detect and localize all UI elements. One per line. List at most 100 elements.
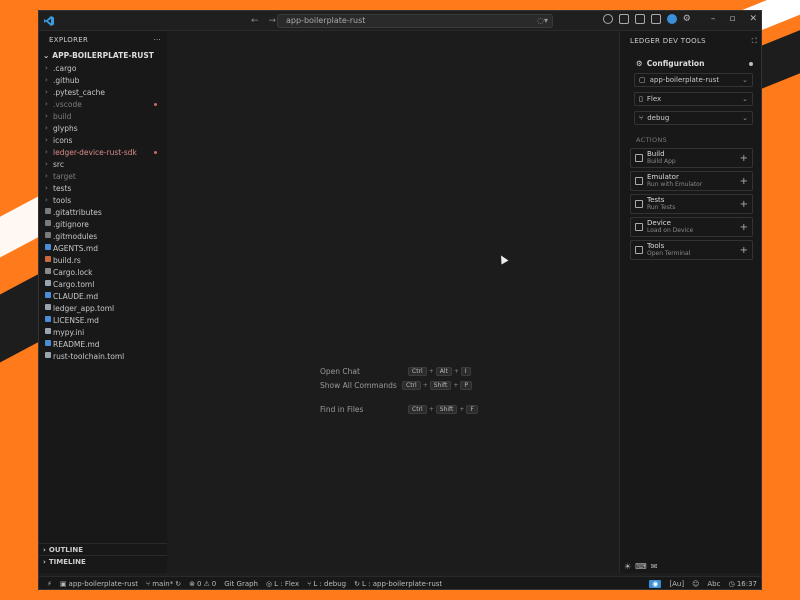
plus-separator: + xyxy=(428,406,434,413)
tree-item-label: .cargo xyxy=(53,63,77,73)
folder-item[interactable]: › .cargo xyxy=(39,62,167,74)
language-badge[interactable]: [Au] xyxy=(669,580,684,588)
folder-item[interactable]: › icons xyxy=(39,134,167,146)
branch-name: main* xyxy=(152,580,174,588)
folder-item[interactable]: › glyphs xyxy=(39,122,167,134)
file-item[interactable]: ledger_app.toml xyxy=(39,302,167,314)
editor-area[interactable]: Open Chat Ctrl + Alt + I Show All Commands Ctrl… xyxy=(167,31,619,573)
tree-item-label: CLAUDE.md xyxy=(53,291,99,301)
branch-item[interactable]: ⑂ main* ↻ xyxy=(146,580,181,588)
chat-icon[interactable]: ◌▾ xyxy=(537,16,548,25)
action-device[interactable]: Device Load on Device + xyxy=(630,217,753,237)
action-text: Build Build App xyxy=(647,150,676,166)
chevron-right-icon: › xyxy=(45,112,48,120)
expand-panel-icon[interactable]: ⛶ xyxy=(752,37,757,46)
vscode-window: ← → app-boilerplate-rust ◌▾ ⚙ – ▫ ✕ EXPL… xyxy=(38,10,762,590)
add-icon[interactable]: + xyxy=(740,199,748,210)
project-root[interactable]: ⌄ APP-BOILERPLATE-RUST xyxy=(39,49,167,61)
vscode-logo-icon[interactable] xyxy=(44,15,54,26)
git-graph-item[interactable]: Git Graph xyxy=(224,580,258,588)
copilot-icon[interactable] xyxy=(666,14,677,24)
add-icon[interactable]: + xyxy=(740,222,748,233)
panel-bottom-bar: ☀ ⌨ ✉ xyxy=(624,562,657,571)
file-item[interactable]: .gitmodules xyxy=(39,230,167,242)
settings-gear-icon[interactable]: ⚙ xyxy=(683,14,691,24)
workspace-item[interactable]: ▣ app-boilerplate-rust xyxy=(60,580,138,588)
chevron-down-icon: ⌄ xyxy=(742,76,748,84)
file-item[interactable]: LICENSE.md xyxy=(39,314,167,326)
workspace-name: app-boilerplate-rust xyxy=(68,580,139,588)
accounts-icon[interactable] xyxy=(602,14,613,24)
file-item[interactable]: .gitattributes xyxy=(39,206,167,218)
remote-indicator[interactable]: ⚡ xyxy=(47,580,52,588)
file-item[interactable]: build.rs xyxy=(39,254,167,266)
file-item[interactable]: README.md xyxy=(39,338,167,350)
file-item[interactable]: rust-toolchain.toml xyxy=(39,350,167,362)
problems-item[interactable]: ⊗ 0 ⚠ 0 xyxy=(189,580,216,588)
file-item[interactable]: CLAUDE.md xyxy=(39,290,167,302)
spell-check-label[interactable]: Abc xyxy=(707,580,720,588)
more-actions-icon[interactable]: ··· xyxy=(153,36,161,44)
folder-item[interactable]: › .vscode xyxy=(39,98,167,110)
outline-section[interactable]: › OUTLINE xyxy=(39,543,167,555)
file-type-icon xyxy=(45,292,51,298)
close-icon[interactable]: ✕ xyxy=(749,14,757,24)
file-item[interactable]: mypy.ini xyxy=(39,326,167,338)
toggle-sidebar-icon[interactable] xyxy=(618,14,629,24)
folder-item[interactable]: › .github xyxy=(39,74,167,86)
timeline-section[interactable]: › TIMELINE xyxy=(39,555,167,567)
folder-item[interactable]: › build xyxy=(39,110,167,122)
action-emulator[interactable]: Emulator Run with Emulator + xyxy=(630,171,753,191)
file-icon-wrapper xyxy=(45,268,53,276)
file-icon-wrapper xyxy=(45,208,53,216)
file-item[interactable]: AGENTS.md xyxy=(39,242,167,254)
toggle-panel-icon[interactable] xyxy=(634,14,645,24)
copilot-status-icon[interactable]: ◉ xyxy=(649,580,662,588)
add-icon[interactable]: + xyxy=(740,176,748,187)
command-center-search[interactable]: app-boilerplate-rust ◌▾ xyxy=(277,14,553,28)
folder-item[interactable]: › .pytest_cache xyxy=(39,86,167,98)
folder-item[interactable]: › ledger-device-rust-sdk xyxy=(39,146,167,158)
terminal-icon[interactable]: ⌨ xyxy=(635,562,647,571)
accounts-status-icon[interactable]: ☺ xyxy=(692,580,699,588)
sun-icon[interactable]: ☀ xyxy=(624,562,631,571)
add-icon[interactable]: + xyxy=(740,245,748,256)
profile-label: L : debug xyxy=(313,580,347,588)
config-select[interactable]: ▢ app-boilerplate-rust ⌄ xyxy=(634,73,753,87)
config-select[interactable]: ▯ Flex ⌄ xyxy=(634,92,753,106)
action-title: Emulator xyxy=(647,173,679,181)
git-graph-label: Git Graph xyxy=(224,580,258,588)
device-item[interactable]: ◎ L : Flex xyxy=(266,580,299,588)
action-tools[interactable]: Tools Open Terminal + xyxy=(630,240,753,260)
folder-item[interactable]: › tests xyxy=(39,182,167,194)
key-cap: Shift xyxy=(435,405,458,414)
action-build[interactable]: Build Build App + xyxy=(630,148,753,168)
app-item[interactable]: ↻ L : app-boilerplate-rust xyxy=(354,580,442,588)
file-item[interactable]: Cargo.lock xyxy=(39,266,167,278)
file-type-icon xyxy=(45,244,51,250)
folder-item[interactable]: › target xyxy=(39,170,167,182)
folder-item[interactable]: › src xyxy=(39,158,167,170)
add-icon[interactable]: + xyxy=(740,153,748,164)
back-arrow-icon[interactable]: ← xyxy=(251,16,259,26)
action-tests[interactable]: Tests Run Tests + xyxy=(630,194,753,214)
select-value: Flex xyxy=(646,95,662,103)
shortcut-hint: Show All Commands Ctrl + Shift + P xyxy=(320,381,473,391)
forward-arrow-icon[interactable]: → xyxy=(269,16,277,26)
config-select[interactable]: ⑂ debug ⌄ xyxy=(634,111,753,125)
profile-item[interactable]: ⑂ L : debug xyxy=(307,580,346,588)
minimize-icon[interactable]: – xyxy=(711,14,716,24)
file-type-icon xyxy=(45,316,51,322)
tree-item-label: .pytest_cache xyxy=(53,87,105,97)
file-item[interactable]: Cargo.toml xyxy=(39,278,167,290)
maximize-icon[interactable]: ▫ xyxy=(729,14,735,24)
select-value: app-boilerplate-rust xyxy=(649,76,720,84)
tree-item-label: tools xyxy=(53,195,72,205)
file-type-icon xyxy=(45,328,51,334)
chat-bubble-icon[interactable]: ✉ xyxy=(651,562,658,571)
tree-item-label: LICENSE.md xyxy=(53,315,99,325)
folder-item[interactable]: › tools xyxy=(39,194,167,206)
toggle-secondary-sidebar-icon[interactable] xyxy=(650,14,661,24)
branch-icon: ⑂ xyxy=(639,114,644,122)
file-item[interactable]: .gitignore xyxy=(39,218,167,230)
